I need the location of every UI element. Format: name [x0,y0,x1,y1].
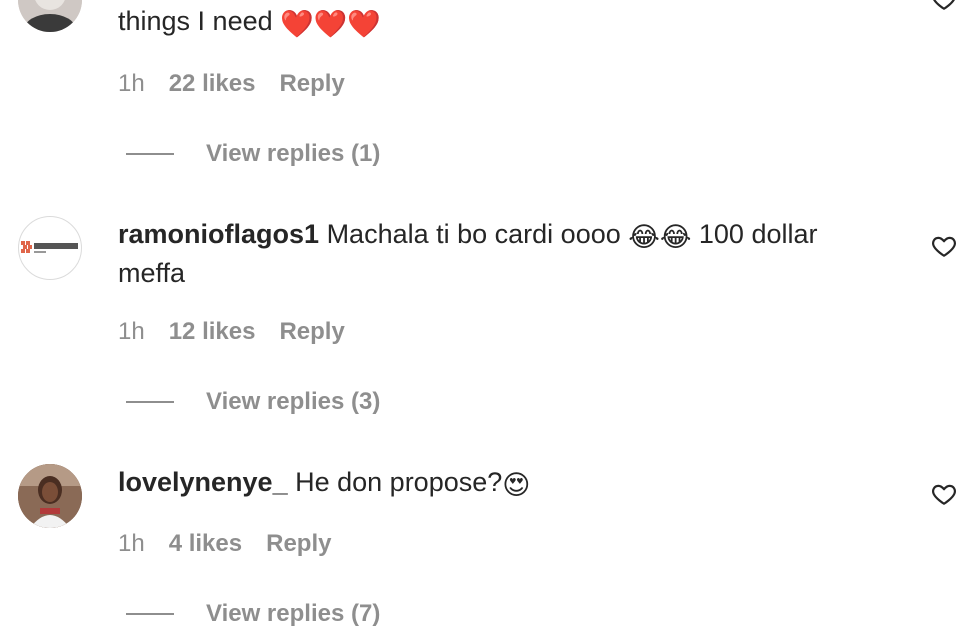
reply-button[interactable]: Reply [279,317,344,347]
heart-outline-icon[interactable] [931,233,957,259]
comment-time: 1h [118,318,145,345]
view-replies-button[interactable]: View replies (7) [126,599,380,629]
heart-outline-icon[interactable] [931,481,957,507]
laughing-emoji: 😂😂 [628,222,692,252]
view-replies-label: View replies (3) [206,388,381,415]
comment-meta: 1h 22 likes Reply [118,69,345,99]
view-replies-button[interactable]: View replies (3) [126,387,380,417]
comment-meta: 1h 4 likes Reply [118,529,331,559]
view-replies-button[interactable]: View replies (1) [126,139,380,169]
avatar[interactable] [18,0,82,32]
heart-eyes-emoji: 😍 [502,470,531,500]
divider-line [126,153,174,155]
comment-likes[interactable]: 22 likes [169,69,256,99]
avatar[interactable] [18,216,82,280]
ramonioflagos-logo [21,241,78,253]
view-replies-label: View replies (7) [206,600,381,627]
view-replies-label: View replies (1) [206,140,381,167]
comment-text: lovelynenye_ He don propose?😍 [118,464,878,503]
comment-text: ramonioflagos1 Machala ti bo cardi oooo … [118,216,878,291]
heart-outline-icon[interactable] [931,0,957,12]
comment-body: He don propose? [295,467,503,497]
avatar-photo [18,464,82,528]
heart-emoji: ❤️❤️❤️ [280,9,381,39]
comment-username[interactable]: lovelynenye_ [118,467,288,497]
comment-likes[interactable]: 4 likes [169,529,242,559]
avatar[interactable] [18,464,82,528]
divider-line [126,613,174,615]
comment-body: Machala ti bo cardi oooo [326,219,621,249]
divider-line [126,401,174,403]
comment-text: things I need ❤️❤️❤️ [118,3,878,42]
reply-button[interactable]: Reply [279,69,344,99]
comment-meta: 1h 12 likes Reply [118,317,345,347]
reply-button[interactable]: Reply [266,529,331,559]
avatar-photo [18,0,82,32]
comment-time: 1h [118,530,145,557]
comment-time: 1h [118,70,145,97]
comment-username[interactable]: ramonioflagos1 [118,219,319,249]
comment-likes[interactable]: 12 likes [169,317,256,347]
comments-page: things I need ❤️❤️❤️ 1h 22 likes Reply V… [0,0,974,630]
comment-body: things I need [118,6,273,36]
